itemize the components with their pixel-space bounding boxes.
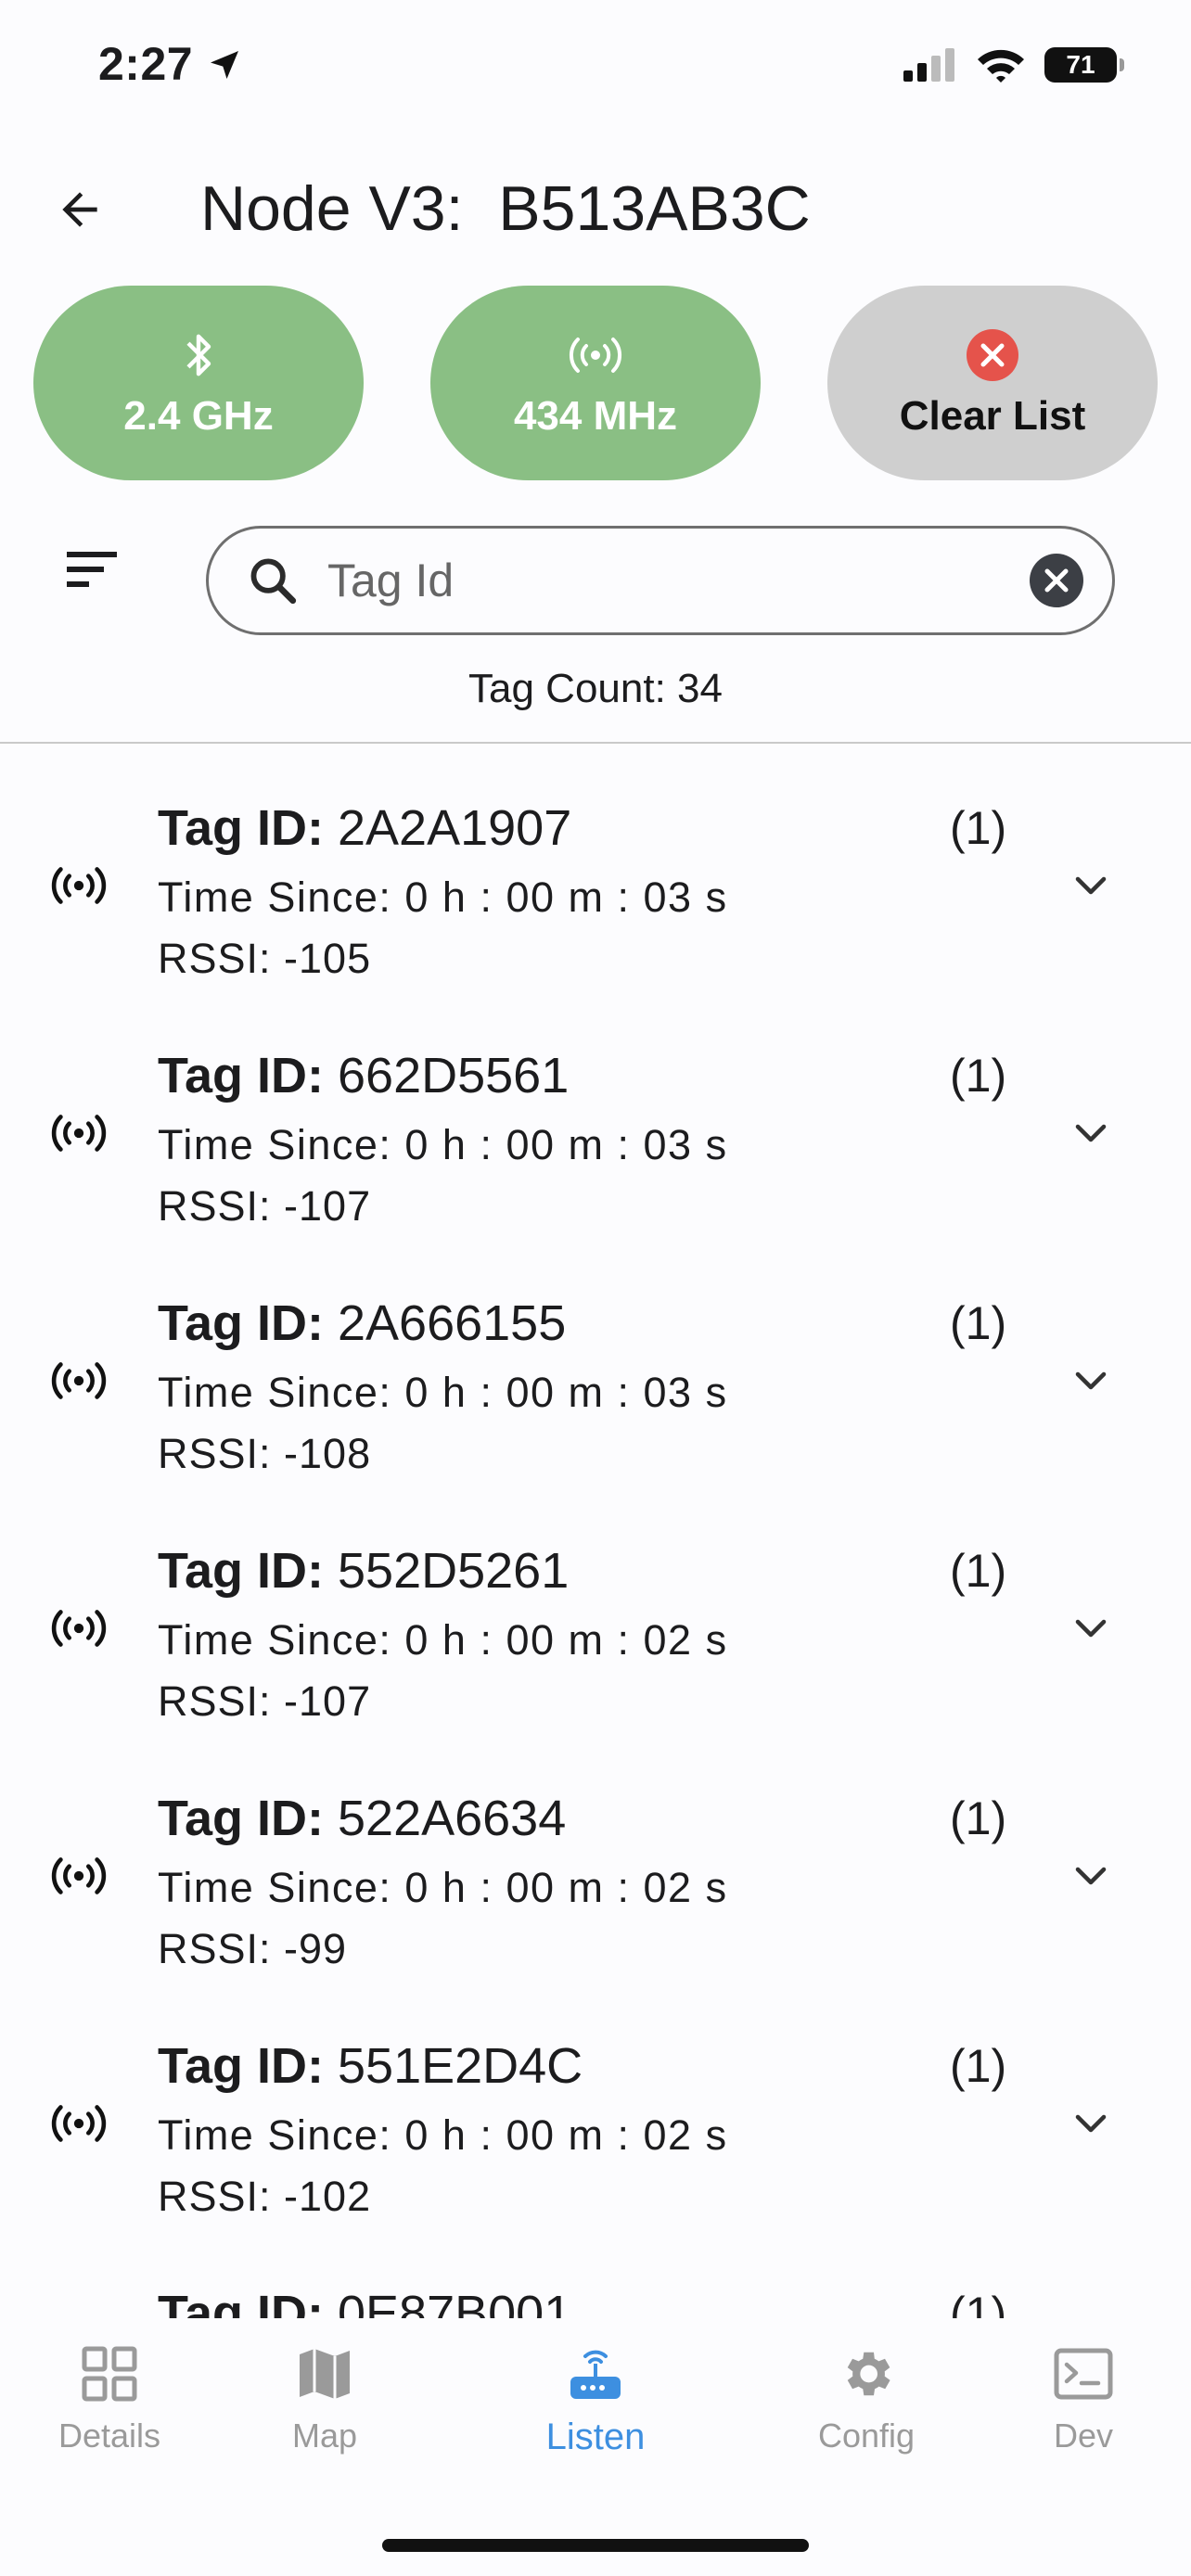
tag-hit-count: (1) [950,1297,1007,1349]
radio-waves-icon [51,867,107,904]
gear-icon [847,2352,890,2396]
search-input[interactable] [326,553,1029,608]
tag-hit-count: (1) [950,1050,1007,1102]
sort-icon [67,552,117,587]
tag-time-since: Time Since: 0 h : 00 m : 02 s [158,2111,728,2159]
chevron-down-icon[interactable] [1067,1860,1115,1894]
bluetooth-icon [186,334,211,376]
search-icon [250,558,297,605]
radio-band-button[interactable]: 434 MHz [430,286,761,480]
tag-rssi: RSSI: -99 [158,1925,348,1972]
status-time: 2:27 [98,37,243,91]
tab-dev[interactable]: Dev [981,2339,1185,2455]
grid-icon [82,2346,137,2402]
search-bar [206,526,1115,635]
radio-waves-icon [51,1610,107,1647]
tag-rssi: RSSI: -105 [158,935,372,982]
tag-time-since: Time Since: 0 h : 00 m : 03 s [158,1369,728,1416]
clear-list-button[interactable]: Clear List [827,286,1158,480]
tag-count: Tag Count: 34 [468,666,723,711]
tag-hit-count: (1) [950,802,1007,854]
tab-map[interactable]: Map [223,2339,427,2455]
cellular-signal-icon [903,48,954,82]
tag-rssi: RSSI: -102 [158,2173,372,2220]
tag-time-since: Time Since: 0 h : 00 m : 02 s [158,1616,728,1664]
page-title: Node V3: B513AB3C [200,173,811,244]
tag-id: Tag ID: 2A2A1907 [158,800,572,856]
tag-hit-count: (1) [950,2288,1007,2318]
radio-waves-icon [51,1115,107,1152]
divider [0,742,1191,744]
battery-indicator: 71 [1044,47,1124,83]
tag-row[interactable]: Tag ID: 552D5261 Time Since: 0 h : 00 m … [0,1531,1191,1779]
close-circle-icon [967,329,1018,381]
home-indicator[interactable] [382,2539,809,2552]
bottom-tab-bar: Details Map Listen Config Dev [0,2318,1191,2576]
chevron-down-icon[interactable] [1067,1365,1115,1398]
radio-waves-icon [51,2105,107,2142]
tag-time-since: Time Since: 0 h : 00 m : 03 s [158,874,728,921]
tag-id: Tag ID: 522A6634 [158,1791,567,1846]
tag-id: Tag ID: 662D5561 [158,1048,570,1103]
chevron-down-icon[interactable] [1067,1613,1115,1646]
tag-id: Tag ID: 551E2D4C [158,2038,583,2094]
tag-time-since: Time Since: 0 h : 00 m : 02 s [158,1864,728,1911]
tag-hit-count: (1) [950,1545,1007,1597]
tab-config[interactable]: Config [764,2339,968,2455]
clear-search-icon[interactable] [1029,553,1084,608]
bluetooth-band-button[interactable]: 2.4 GHz [33,286,364,480]
tag-row[interactable]: Tag ID: 0E87B001 (1) [0,2274,1191,2318]
tag-row[interactable]: Tag ID: 2A666155 Time Since: 0 h : 00 m … [0,1283,1191,1531]
tag-rssi: RSSI: -108 [158,1430,372,1477]
tag-hit-count: (1) [950,2040,1007,2092]
arrow-left-icon [62,192,97,227]
tab-details[interactable]: Details [7,2339,211,2455]
sort-filter-button[interactable] [61,542,128,598]
tag-id: Tag ID: 552D5261 [158,1543,570,1599]
status-indicators: 71 [903,46,1124,83]
chevron-down-icon[interactable] [1067,870,1115,903]
location-arrow-icon [211,51,239,79]
tag-hit-count: (1) [950,1792,1007,1844]
tag-time-since: Time Since: 0 h : 00 m : 03 s [158,1121,728,1168]
tag-id: Tag ID: 0E87B001 [158,2286,572,2318]
back-button[interactable] [46,176,113,243]
chevron-down-icon[interactable] [1067,2108,1115,2141]
radio-waves-icon [569,338,622,373]
radio-waves-icon [51,1362,107,1399]
tag-id: Tag ID: 2A666155 [158,1295,567,1351]
tag-row[interactable]: Tag ID: 551E2D4C Time Since: 0 h : 00 m … [0,2026,1191,2274]
tab-listen[interactable]: Listen [493,2339,698,2458]
tag-row[interactable]: Tag ID: 522A6634 Time Since: 0 h : 00 m … [0,1779,1191,2026]
terminal-icon [1054,2348,1113,2400]
wifi-icon [978,49,1024,83]
radio-waves-icon [51,1857,107,1894]
tag-row[interactable]: Tag ID: 662D5561 Time Since: 0 h : 00 m … [0,1036,1191,1283]
tag-rssi: RSSI: -107 [158,1182,372,1230]
tag-rssi: RSSI: -107 [158,1677,372,1725]
chevron-down-icon[interactable] [1067,1117,1115,1151]
router-icon [570,2350,621,2399]
map-icon [300,2349,350,2399]
tag-list: Tag ID: 2A2A1907 Time Since: 0 h : 00 m … [0,788,1191,2318]
tag-row[interactable]: Tag ID: 2A2A1907 Time Since: 0 h : 00 m … [0,788,1191,1036]
